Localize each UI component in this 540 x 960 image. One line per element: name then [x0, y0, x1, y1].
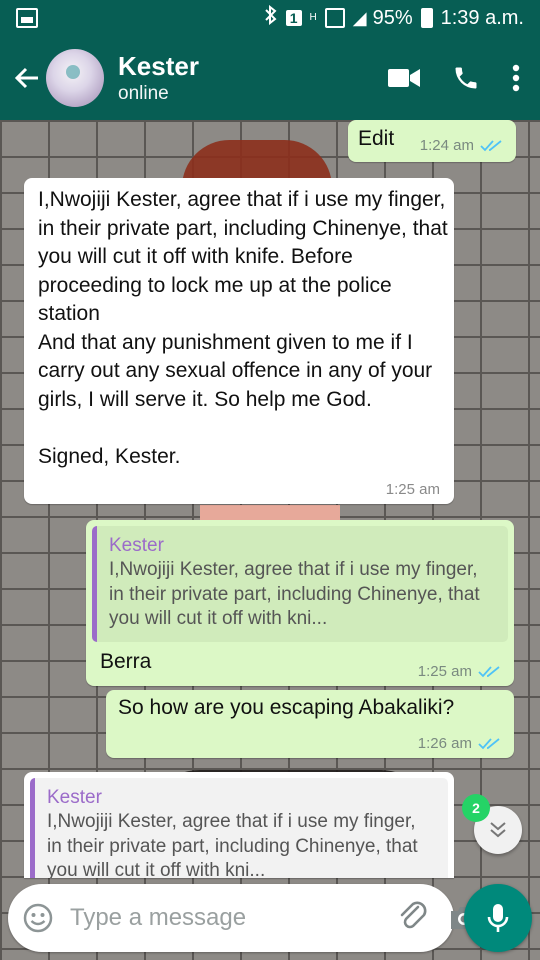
message-time: 1:25 am: [385, 481, 440, 498]
network-type: H: [309, 12, 317, 23]
double-check-icon: [478, 665, 500, 678]
message-bubble-outgoing[interactable]: Kester I,Nwojiji Kester, agree that if i…: [86, 520, 514, 686]
contact-name: Kester: [118, 51, 199, 81]
battery-icon: [420, 8, 433, 28]
quoted-sender: Kester: [47, 787, 102, 808]
attach-button[interactable]: [398, 898, 430, 938]
message-time: 1:25 am: [417, 663, 472, 680]
message-input[interactable]: [70, 904, 380, 932]
battery-percent: 95%: [372, 6, 413, 29]
paperclip-icon: [400, 901, 427, 929]
video-camera-icon: [388, 69, 420, 87]
contact-status: online: [118, 83, 169, 104]
quoted-sender: Kester: [109, 535, 164, 556]
voice-message-button[interactable]: [464, 884, 532, 952]
chat-header: Kester online: [0, 36, 540, 120]
double-check-icon: [480, 139, 502, 152]
message-composer: [8, 884, 477, 952]
message-time: 1:24 am: [419, 137, 474, 154]
sim-indicator: 1: [285, 10, 302, 26]
emoji-icon: [23, 903, 53, 933]
emoji-button[interactable]: [22, 901, 54, 935]
message-text: Berra: [100, 650, 152, 673]
phone-icon: [455, 67, 477, 89]
signal-icon: ◢: [352, 7, 367, 28]
chevron-double-down-icon: [490, 822, 506, 838]
message-bubble-outgoing[interactable]: So how are you escaping Abakaliki? 1:26 …: [106, 690, 514, 758]
bluetooth-icon: [264, 4, 278, 31]
quoted-text: I,Nwojiji Kester, agree that if i use my…: [47, 811, 418, 878]
mic-icon: [487, 904, 509, 932]
message-bubble-incoming[interactable]: Kester I,Nwojiji Kester, agree that if i…: [24, 772, 454, 878]
avatar[interactable]: [46, 49, 104, 107]
quoted-message[interactable]: Kester I,Nwojiji Kester, agree that if i…: [92, 526, 508, 642]
signal-box-icon: [324, 8, 345, 28]
message-text: So how are you escaping Abakaliki?: [118, 696, 455, 719]
quoted-text: I,Nwojiji Kester, agree that if i use my…: [109, 559, 480, 629]
video-call-button[interactable]: [388, 67, 420, 89]
message-bubble-outgoing[interactable]: Edit 1:24 am: [348, 120, 516, 162]
more-vert-icon: [512, 64, 520, 92]
message-time: 1:26 am: [417, 735, 472, 752]
quoted-message[interactable]: Kester I,Nwojiji Kester, agree that if i…: [30, 778, 448, 878]
unread-count-badge: 2: [462, 794, 490, 822]
message-bubble-incoming[interactable]: I,Nwojiji Kester, agree that if i use my…: [24, 178, 454, 504]
message-text: I,Nwojiji Kester, agree that if i use my…: [38, 188, 448, 468]
message-text: Edit: [358, 127, 395, 150]
clock: 1:39 a.m.: [440, 6, 524, 29]
status-bar: 1 H ◢ 95% 1:39 a.m.: [0, 0, 540, 36]
contact-info[interactable]: Kester online: [118, 50, 388, 106]
double-check-icon: [478, 737, 500, 750]
gallery-icon: [16, 8, 38, 28]
back-button[interactable]: [10, 58, 44, 98]
menu-button[interactable]: [512, 64, 520, 92]
voice-call-button[interactable]: [452, 64, 480, 92]
arrow-left-icon: [14, 67, 38, 89]
